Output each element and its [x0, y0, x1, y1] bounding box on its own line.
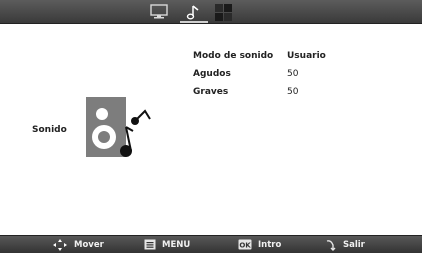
- setting-label: Graves: [193, 87, 229, 97]
- back-arrow-icon: [326, 239, 336, 251]
- settings-grid-icon: [215, 4, 232, 21]
- setting-label: Agudos: [193, 69, 231, 79]
- tab-settings[interactable]: [213, 3, 235, 21]
- hint-enter-label: Intro: [258, 239, 282, 250]
- setting-label: Modo de sonido: [193, 51, 274, 61]
- section-title: Sonido: [32, 125, 67, 135]
- music-note-icon: [186, 5, 199, 20]
- tab-sound[interactable]: [180, 3, 208, 23]
- bottom-hint-bar: Mover MENU OK Intro Salir: [0, 235, 422, 253]
- hint-exit: Salir: [325, 238, 365, 251]
- hint-menu: MENU: [144, 238, 190, 251]
- hint-move: Mover: [52, 238, 104, 251]
- ok-button-icon: OK: [238, 239, 252, 250]
- top-navigation-bar: [0, 0, 422, 24]
- speaker-icon: [86, 97, 151, 157]
- tv-icon: [150, 4, 168, 19]
- move-arrows-icon: [53, 238, 67, 251]
- tab-tv[interactable]: [148, 3, 170, 21]
- hint-enter: OK Intro: [238, 238, 281, 251]
- hint-menu-label: MENU: [162, 239, 191, 250]
- menu-icon: [144, 239, 156, 250]
- setting-value: Usuario: [287, 51, 326, 61]
- hint-move-label: Mover: [74, 239, 104, 250]
- setting-value: 50: [287, 69, 299, 79]
- ok-badge-text: OK: [239, 241, 251, 249]
- sound-menu-panel: Sonido Modo de sonido Usuario Agudos 50 …: [0, 24, 422, 236]
- setting-value: 50: [287, 87, 299, 97]
- hint-exit-label: Salir: [343, 239, 365, 250]
